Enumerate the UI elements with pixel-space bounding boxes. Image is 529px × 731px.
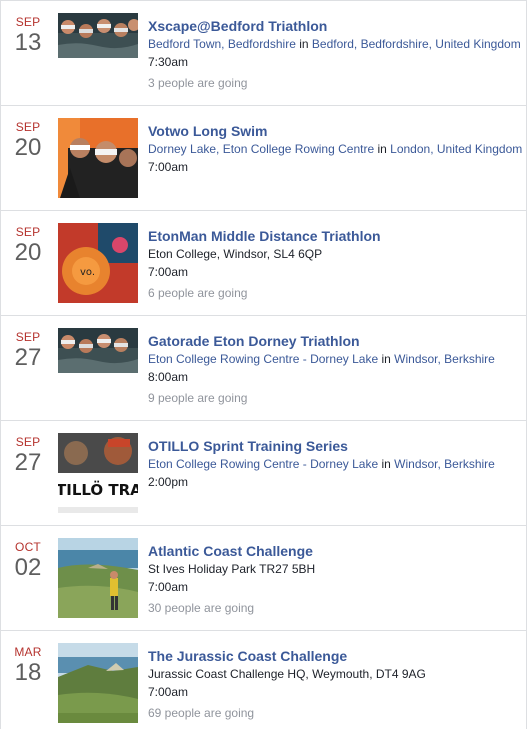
swimmers-photo[interactable]: [58, 13, 138, 58]
event-title-link[interactable]: EtonMan Middle Distance Triathlon: [148, 227, 522, 245]
going-count: 3 people are going: [148, 76, 248, 90]
event-item[interactable]: SEP 20 Votwo Long Swim Dorney Lake, Eton…: [1, 106, 526, 211]
event-item[interactable]: SEP 13 Xscape@Bedford Triathlon Bedford …: [1, 1, 526, 106]
city-link[interactable]: Windsor, Berkshire: [394, 352, 495, 366]
event-month: SEP: [15, 120, 41, 134]
otillo-label: TILLÖ TRAINI: [58, 480, 138, 499]
event-month: SEP: [15, 15, 41, 29]
event-time: 7:30am: [148, 55, 189, 69]
event-title-link[interactable]: Votwo Long Swim: [148, 122, 522, 140]
event-item[interactable]: SEP 27 Gatorade Eton Dorney Triathlon Et…: [1, 316, 526, 421]
event-date: SEP 13: [1, 15, 55, 56]
event-date: MAR 18: [1, 645, 55, 686]
event-list: SEP 13 Xscape@Bedford Triathlon Bedford …: [0, 0, 527, 729]
location-joiner: in: [381, 352, 391, 366]
event-day: 20: [14, 134, 42, 161]
event-date: SEP 20: [1, 225, 55, 266]
venue-link[interactable]: Eton College Rowing Centre - Dorney Lake: [148, 352, 378, 366]
event-time: 7:00am: [148, 685, 189, 699]
event-day: 20: [14, 239, 42, 266]
swimmers-photo[interactable]: [58, 118, 138, 198]
event-title-link[interactable]: Xscape@Bedford Triathlon: [148, 17, 522, 35]
event-item[interactable]: MAR 18 The Jurassic Coast Challenge Jura…: [1, 631, 526, 729]
otillo-training-photo[interactable]: TILLÖ TRAINI: [58, 433, 138, 513]
event-title-link[interactable]: The Jurassic Coast Challenge: [148, 647, 522, 665]
event-item[interactable]: SEP 27 TILLÖ TRAINI OTILLO Sprint Traini…: [1, 421, 526, 526]
event-day: 27: [14, 449, 42, 476]
event-day: 27: [14, 344, 42, 371]
event-item[interactable]: OCT 02 Atlantic Coast Challenge St Ives …: [1, 526, 526, 631]
location-joiner: in: [299, 37, 309, 51]
event-location: Bedford Town, Bedfordshire in Bedford, B…: [148, 35, 522, 53]
event-title-link[interactable]: Atlantic Coast Challenge: [148, 542, 522, 560]
event-date: SEP 27: [1, 435, 55, 476]
event-location: Eton College Rowing Centre - Dorney Lake…: [148, 350, 522, 368]
event-title-link[interactable]: OTILLO Sprint Training Series: [148, 437, 522, 455]
event-date: SEP 20: [1, 120, 55, 161]
event-time: 7:00am: [148, 265, 189, 279]
city-link[interactable]: Windsor, Berkshire: [394, 457, 495, 471]
going-count: 30 people are going: [148, 601, 255, 615]
event-address: Eton College, Windsor, SL4 6QP: [148, 247, 323, 261]
going-count: 69 people are going: [148, 706, 255, 720]
event-month: SEP: [15, 225, 41, 239]
event-location: Dorney Lake, Eton College Rowing Centre …: [148, 140, 522, 158]
event-address: Jurassic Coast Challenge HQ, Weymouth, D…: [148, 667, 426, 681]
svg-text:vo.: vo.: [80, 267, 95, 278]
swim-cap-photo[interactable]: vo.: [58, 223, 138, 303]
event-date: SEP 27: [1, 330, 55, 371]
coast-walker-photo[interactable]: [58, 538, 138, 618]
swimmers-photo[interactable]: [58, 328, 138, 373]
event-location: Eton College Rowing Centre - Dorney Lake…: [148, 455, 522, 473]
event-title-link[interactable]: Gatorade Eton Dorney Triathlon: [148, 332, 522, 350]
event-time: 7:00am: [148, 580, 189, 594]
event-address: St Ives Holiday Park TR27 5BH: [148, 562, 316, 576]
location-joiner: in: [381, 457, 391, 471]
event-day: 18: [14, 659, 42, 686]
venue-link[interactable]: Dorney Lake, Eton College Rowing Centre: [148, 142, 374, 156]
event-time: 2:00pm: [148, 475, 189, 489]
city-link[interactable]: London, United Kingdom: [390, 142, 522, 156]
event-month: MAR: [14, 645, 42, 659]
event-month: SEP: [15, 330, 41, 344]
event-month: OCT: [15, 540, 41, 554]
event-item[interactable]: SEP 20 vo. EtonMan Middle Distance Triat…: [1, 211, 526, 316]
event-day: 13: [14, 29, 42, 56]
going-count: 6 people are going: [148, 286, 248, 300]
venue-link[interactable]: Bedford Town, Bedfordshire: [148, 37, 296, 51]
event-time: 8:00am: [148, 370, 189, 384]
event-date: OCT 02: [1, 540, 55, 581]
event-day: 02: [14, 554, 42, 581]
going-count: 9 people are going: [148, 391, 248, 405]
location-joiner: in: [377, 142, 387, 156]
event-month: SEP: [15, 435, 41, 449]
event-time: 7:00am: [148, 160, 189, 174]
coast-cliff-photo[interactable]: [58, 643, 138, 723]
venue-link[interactable]: Eton College Rowing Centre - Dorney Lake: [148, 457, 378, 471]
city-link[interactable]: Bedford, Bedfordshire, United Kingdom: [312, 37, 521, 51]
